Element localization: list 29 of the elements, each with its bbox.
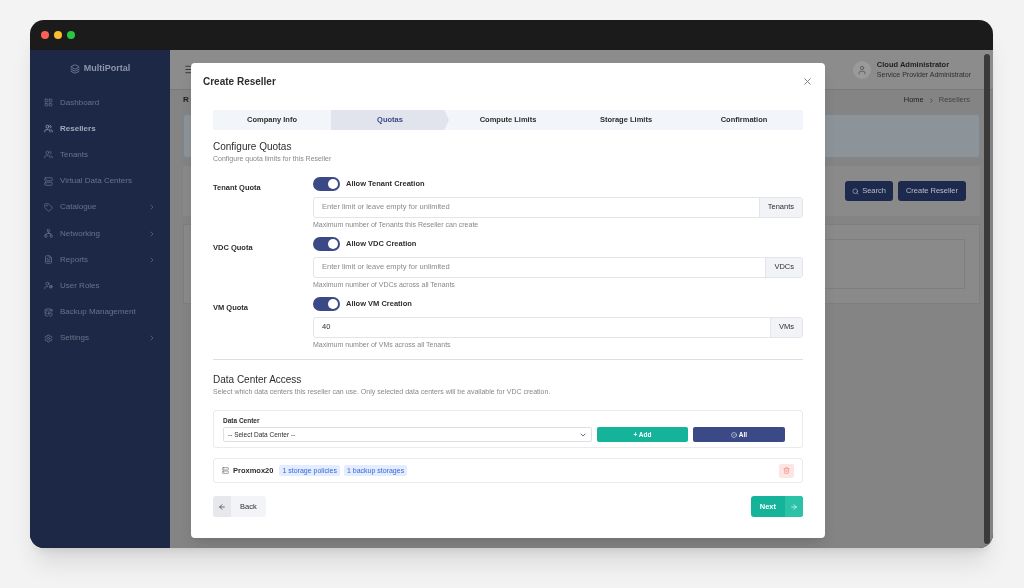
page-heading: R — [183, 94, 189, 106]
check-circle-icon — [730, 431, 737, 438]
trash-icon — [783, 467, 790, 474]
toggle-switch[interactable] — [313, 236, 340, 251]
arrow-left-icon — [218, 502, 226, 511]
settings-icon — [44, 333, 53, 343]
network-icon — [44, 229, 53, 239]
logo-text: MultiPortal — [83, 62, 131, 75]
server-icon — [222, 467, 229, 474]
arrow-right-icon — [790, 502, 798, 511]
sidebar-item[interactable]: Resellers — [30, 115, 170, 142]
database-icon — [44, 307, 53, 317]
grid-icon — [44, 98, 53, 108]
tag-icon — [44, 202, 53, 212]
users-icon — [44, 150, 53, 160]
toggle-switch[interactable] — [313, 296, 340, 311]
modal-title: Create Reseller — [203, 74, 277, 89]
section-title: Data Center Access — [213, 372, 303, 387]
scrollbar-icon[interactable] — [984, 54, 990, 544]
close-icon[interactable] — [802, 75, 813, 87]
logo-icon — [69, 63, 80, 74]
document-icon — [44, 255, 53, 265]
section-title: Configure Quotas — [213, 140, 293, 154]
server-icon — [44, 176, 53, 186]
search-icon — [852, 187, 860, 195]
users-icon — [44, 124, 53, 134]
breadcrumb-separator-icon — [927, 96, 935, 104]
toggle-switch[interactable] — [313, 176, 340, 191]
user-gear-icon — [44, 281, 53, 291]
